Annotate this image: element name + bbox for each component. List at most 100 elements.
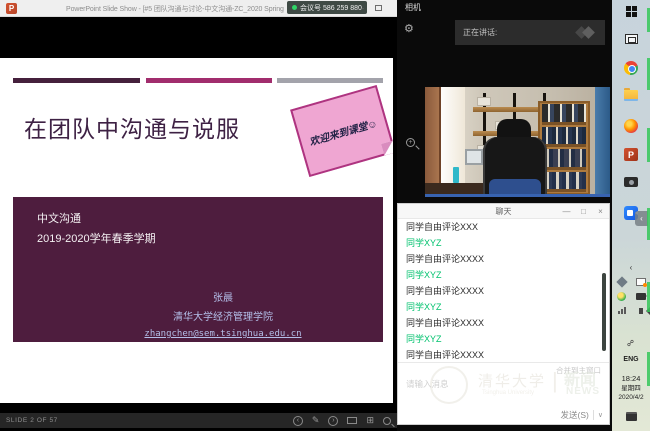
send-options-caret-icon[interactable]: ∨ <box>598 411 603 419</box>
slideshow-statusbar: SLIDE 2 OF 57 ‹ ✎ › ⊞ <box>0 413 397 428</box>
chat-send-row: 发送(S) ∨ <box>398 409 609 421</box>
watermark-university-cn: 清华大学 <box>478 370 546 391</box>
webcam-video <box>425 87 610 197</box>
chat-sender-name: 同学XYZ <box>406 235 596 251</box>
next-slide-icon[interactable]: › <box>328 416 338 426</box>
chat-divider <box>398 362 609 363</box>
task-view-button[interactable] <box>612 34 650 44</box>
slide-icon[interactable] <box>347 417 357 424</box>
camcorder-icon[interactable] <box>636 293 646 300</box>
dropbox-icon[interactable] <box>616 276 627 287</box>
webcam-door <box>425 87 441 197</box>
merge-to-main-window-link[interactable]: 合并到主窗口 <box>556 365 601 376</box>
taskbar-clock[interactable]: 18:24 星期四 2020/4/2 <box>612 374 650 402</box>
slide-subtitle-box: 中文沟通 2019-2020学年春季学期 张晨 清华大学经济管理学院 zhang… <box>13 197 383 342</box>
powerpoint-icon: P <box>624 148 638 161</box>
meeting-status-dot-icon <box>292 5 297 10</box>
chat-message-text: 同学自由评论XXXX <box>406 251 596 267</box>
course-name: 中文沟通 <box>37 210 81 226</box>
chrome-button[interactable] <box>612 61 650 75</box>
author-email-link[interactable]: zhangchen@sem.tsinghua.edu.cn <box>144 329 301 339</box>
chat-sender-name: 同学XYZ <box>406 299 596 315</box>
shelf-box <box>477 97 491 106</box>
slide-accent-bar-dark <box>13 78 140 83</box>
language-indicator[interactable]: ENG <box>612 356 650 363</box>
chat-messages: 同学自由评论XXX同学XYZ同学自由评论XXXX同学XYZ同学自由评论XXXX同… <box>406 219 596 364</box>
watermark-university-en: Tsinghua University <box>482 390 534 396</box>
clock-time: 18:24 <box>612 374 650 384</box>
clock-weekday: 星期四 <box>612 384 650 393</box>
previous-slide-icon[interactable]: ‹ <box>293 416 303 426</box>
screen: P PowerPoint Slide Show - [#5 团队沟通与讨论-中文… <box>0 0 650 431</box>
clock-date: 2020/4/2 <box>612 393 650 402</box>
chat-window: 聊天 — □ × 同学自由评论XXX同学XYZ同学自由评论XXXX同学XYZ同学… <box>397 203 610 425</box>
chat-titlebar: 聊天 — □ × <box>398 204 609 219</box>
photo-icon[interactable] <box>636 278 646 286</box>
slide-canvas: 在团队中沟通与说服 欢迎来到课堂☺ 中文沟通 2019-2020学年春季学期 张… <box>0 58 393 403</box>
semester: 2019-2020学年春季学期 <box>37 230 156 246</box>
send-separator <box>593 410 594 420</box>
slide-accent-bar-gray <box>277 78 383 83</box>
windows-start-icon <box>626 6 637 17</box>
chat-input[interactable]: 请输入消息 <box>406 378 449 390</box>
task-view-icon <box>625 34 638 44</box>
author-name: 张晨 <box>123 289 323 304</box>
restore-icon <box>375 5 382 11</box>
firefox-button[interactable] <box>612 119 650 133</box>
chat-message-text: 同学自由评论XXXX <box>406 315 596 331</box>
show-desktop-button[interactable] <box>612 412 650 421</box>
ppt-titlebar: P PowerPoint Slide Show - [#5 团队沟通与讨论-中文… <box>0 0 397 17</box>
slide-accent-bar-magenta <box>146 78 272 83</box>
chat-message-text: 同学自由评论XXX <box>406 219 596 235</box>
hidden-icons-chevron[interactable]: ‹ <box>612 263 650 272</box>
minimize-button[interactable]: — <box>352 0 368 16</box>
watermark-news-en: NEWS <box>566 386 600 397</box>
chat-maximize-button[interactable]: □ <box>575 204 592 218</box>
now-speaking-bar: 正在讲话: <box>455 20 605 45</box>
chat-sender-name: 同学XYZ <box>406 331 596 347</box>
curtain <box>595 87 610 197</box>
chat-message-text: 同学自由评论XXXX <box>406 347 596 363</box>
author-affiliation: 清华大学经济管理学院 <box>123 308 323 323</box>
powerpoint-window: P PowerPoint Slide Show - [#5 团队沟通与讨论-中文… <box>0 0 397 431</box>
slide-counter: SLIDE 2 OF 57 <box>6 417 58 424</box>
slide-title: 在团队中沟通与说服 <box>24 110 240 144</box>
gear-icon[interactable]: ⚙ <box>404 22 414 35</box>
speaker-icon[interactable] <box>639 308 643 314</box>
restore-button[interactable] <box>370 0 386 16</box>
zoom-icon[interactable] <box>383 417 391 425</box>
chat-sender-name: 同学XYZ <box>406 267 596 283</box>
firefox-icon <box>624 119 638 133</box>
chat-scrollbar[interactable] <box>602 273 606 351</box>
author-block: 张晨 清华大学经济管理学院 zhangchen@sem.tsinghua.edu… <box>123 289 323 341</box>
file-explorer-icon <box>624 90 638 101</box>
antivirus-icon[interactable] <box>617 292 626 301</box>
file-explorer-button[interactable] <box>612 90 650 101</box>
meeting-logo-watermark-icon <box>575 27 595 39</box>
powerpoint-icon: P <box>6 3 17 14</box>
powerpoint-taskbar-button[interactable]: P <box>612 148 650 161</box>
all-slides-grid-icon[interactable]: ⊞ <box>366 415 374 426</box>
monitor <box>465 149 483 165</box>
sticky-note-text: 欢迎来到课堂☺ <box>307 114 379 148</box>
window-title: PowerPoint Slide Show - [#5 团队沟通与讨论-中文沟通… <box>66 4 284 14</box>
camera-app-button[interactable] <box>612 177 650 187</box>
system-tray <box>612 278 650 314</box>
windows-start-button[interactable] <box>612 6 650 17</box>
now-speaking-label: 正在讲话: <box>463 27 497 38</box>
camera-app-title: 相机 <box>405 2 421 13</box>
pen-icon[interactable]: ✎ <box>312 415 320 426</box>
chat-minimize-button[interactable]: — <box>558 204 575 218</box>
show-desktop-icon <box>626 412 637 421</box>
desk-edge <box>425 194 610 197</box>
chat-close-button[interactable]: × <box>592 204 609 218</box>
send-button[interactable]: 发送(S) <box>561 409 589 421</box>
webcam-door-light <box>439 87 465 197</box>
zoom-in-icon[interactable]: + <box>406 138 415 147</box>
chrome-icon <box>624 61 638 75</box>
sticky-note: 欢迎来到课堂☺ <box>290 85 393 177</box>
bottle <box>453 167 459 183</box>
chat-message-text: 同学自由评论XXXX <box>406 283 596 299</box>
signal-icon[interactable] <box>618 307 626 314</box>
camera-app-icon <box>624 177 638 187</box>
